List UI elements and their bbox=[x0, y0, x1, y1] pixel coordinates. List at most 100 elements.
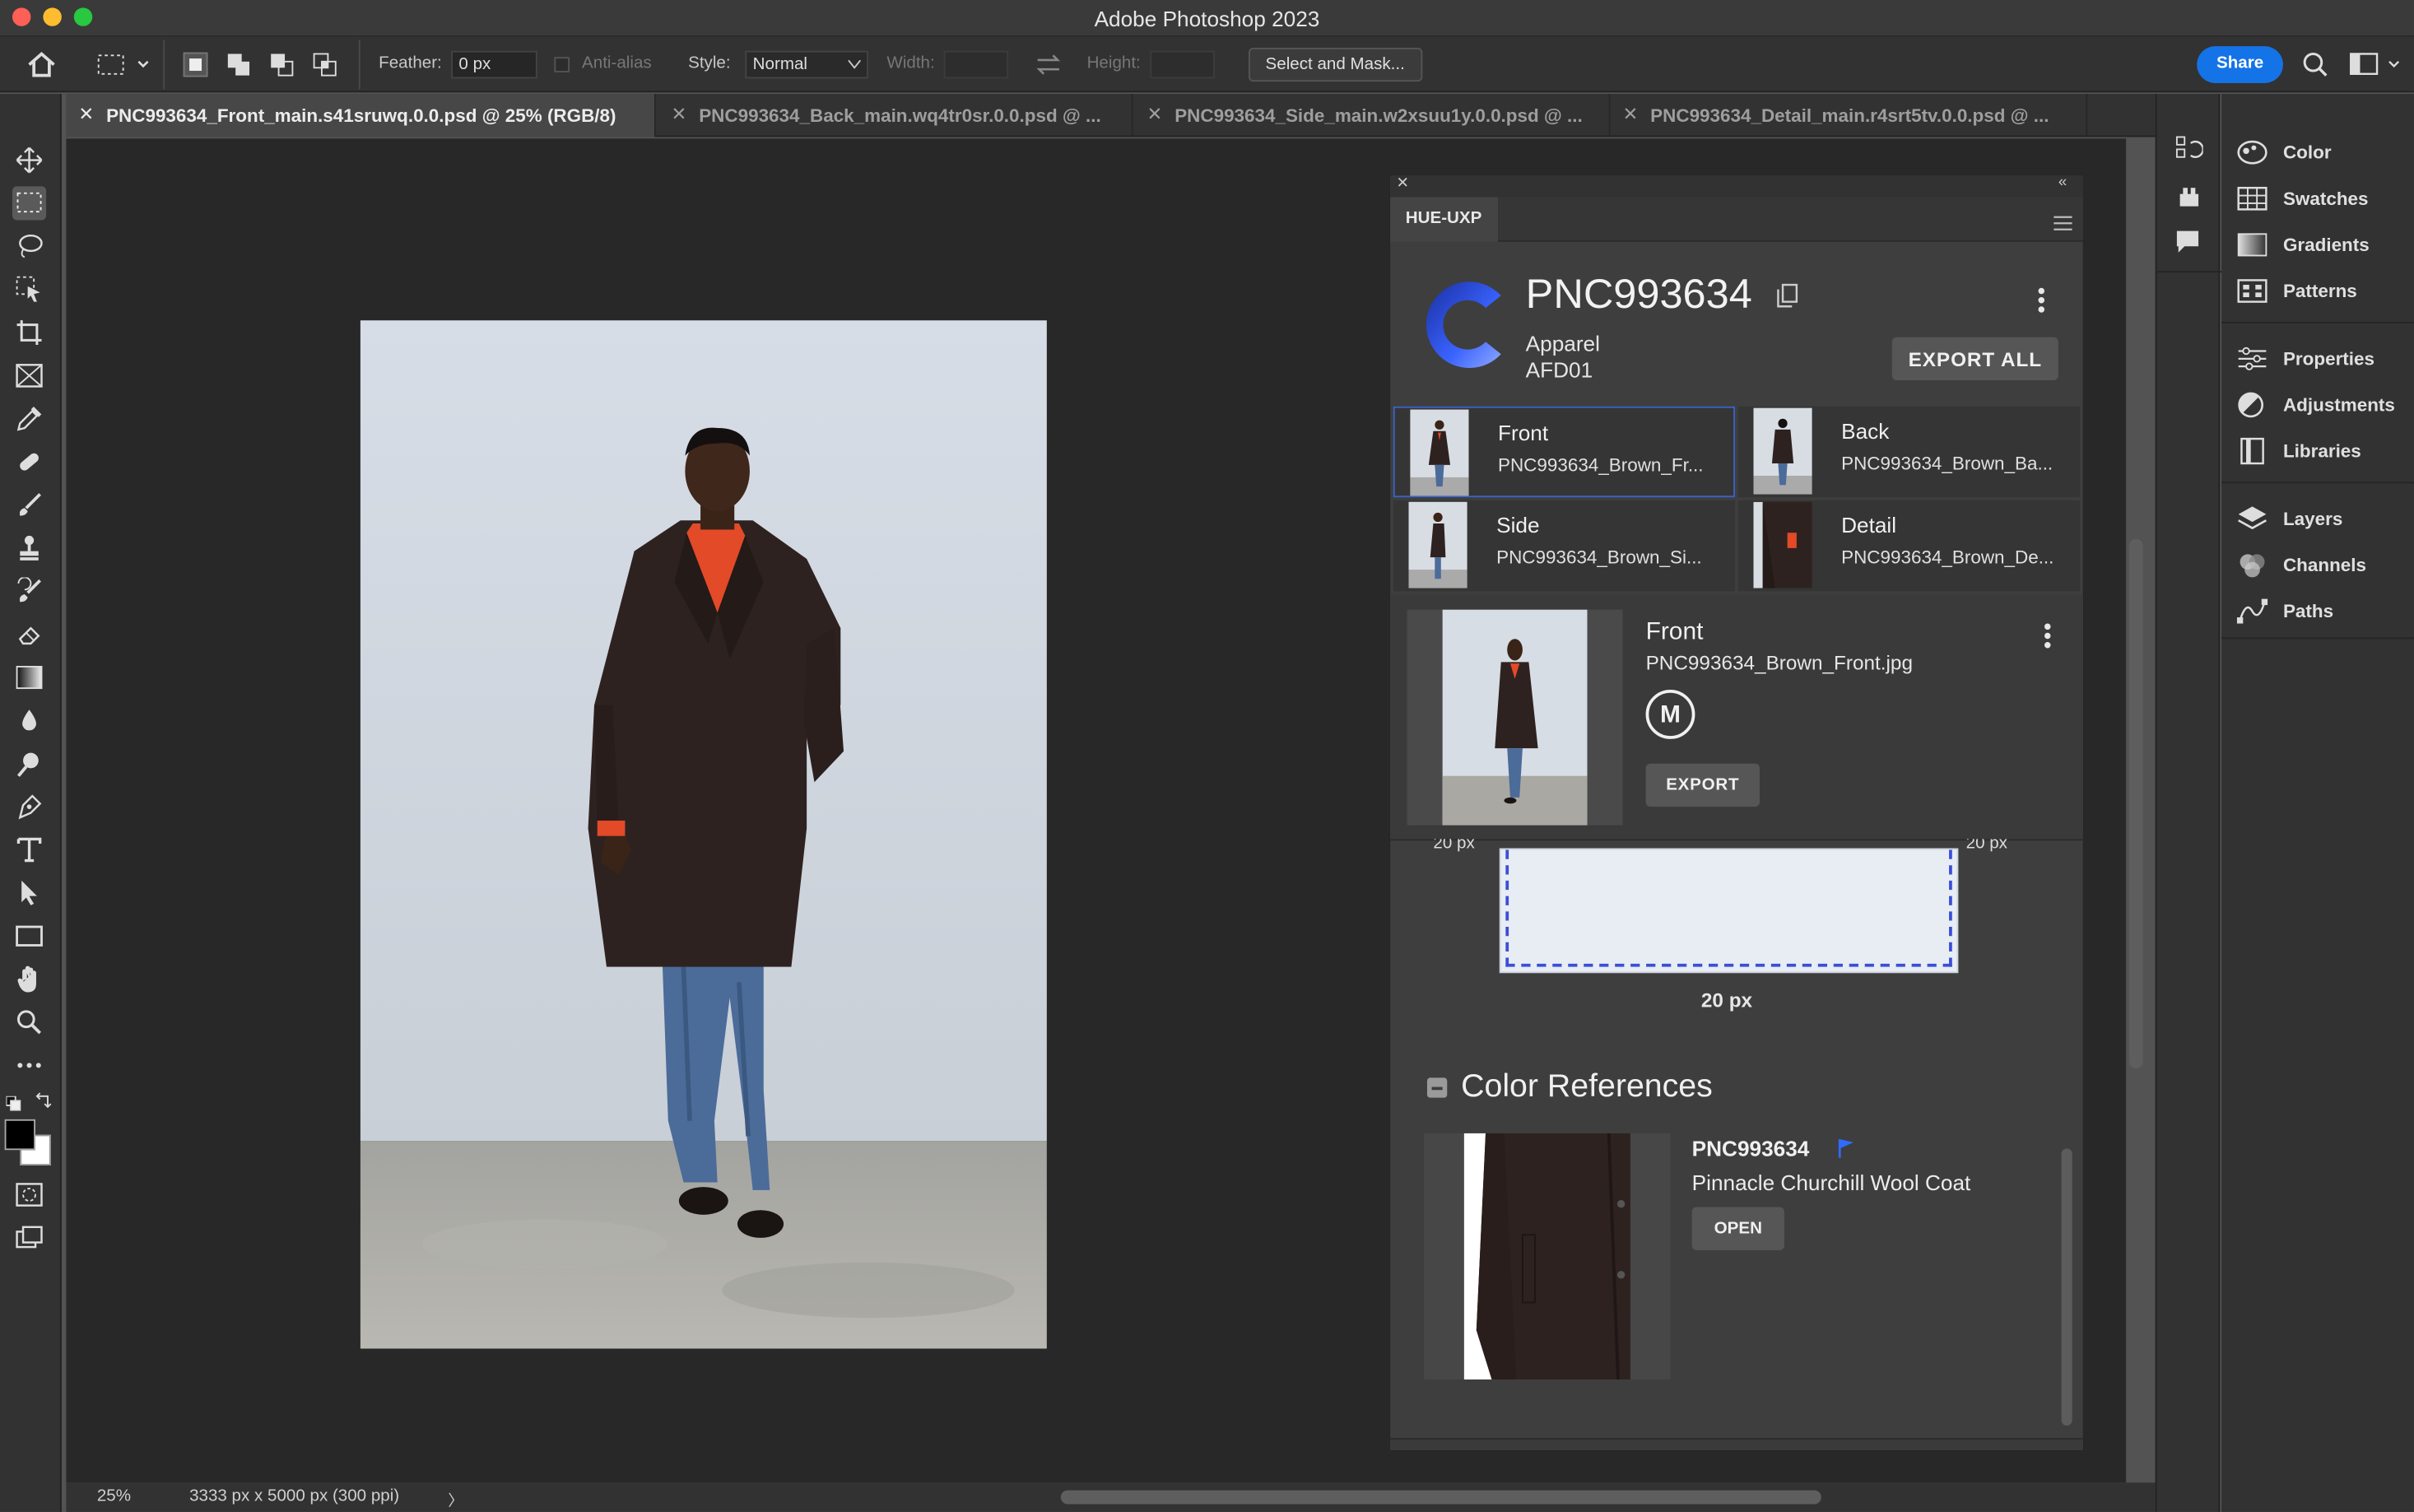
object-select-tool-icon[interactable] bbox=[12, 272, 46, 306]
swap-colors-icon[interactable] bbox=[34, 1090, 52, 1118]
view-card-front[interactable]: Front PNC993634_Brown_Fr... bbox=[1393, 406, 1736, 498]
copy-icon[interactable] bbox=[1777, 283, 1798, 315]
view-thumbnail bbox=[1410, 409, 1469, 496]
panel-collapse-icon[interactable]: « bbox=[2058, 174, 2067, 191]
style-select[interactable]: Normal bbox=[745, 50, 868, 79]
status-menu-arrow-icon[interactable]: 〉 bbox=[448, 1487, 463, 1510]
panel-close-icon[interactable]: ✕ bbox=[1397, 175, 1410, 193]
document-tab-detail[interactable]: ✕ PNC993634_Detail_main.r4srt5tv.0.0.psd … bbox=[1611, 94, 2088, 137]
subtract-selection-icon[interactable] bbox=[269, 53, 294, 77]
select-and-mask-button[interactable]: Select and Mask... bbox=[1248, 47, 1422, 82]
anti-alias-checkbox[interactable] bbox=[554, 57, 570, 72]
selected-more-icon[interactable] bbox=[2043, 622, 2052, 658]
healing-brush-tool-icon[interactable] bbox=[12, 445, 46, 479]
add-selection-icon[interactable] bbox=[226, 53, 251, 77]
clone-stamp-tool-icon[interactable] bbox=[12, 531, 46, 565]
product-more-icon[interactable] bbox=[2037, 286, 2046, 322]
default-colors-icon[interactable] bbox=[5, 1091, 21, 1119]
history-brush-tool-icon[interactable] bbox=[12, 575, 46, 608]
gradient-tool-icon[interactable] bbox=[12, 660, 46, 694]
swap-dimensions-icon[interactable] bbox=[1035, 53, 1063, 85]
product-code: AFD01 bbox=[1525, 356, 1593, 382]
anti-alias-label: Anti-alias bbox=[582, 54, 652, 72]
color-ref-thumbnail[interactable] bbox=[1424, 1133, 1671, 1379]
home-icon[interactable] bbox=[25, 49, 58, 88]
dock-label: Layers bbox=[2282, 508, 2343, 530]
export-button[interactable]: EXPORT bbox=[1645, 763, 1760, 807]
layers-panel-item[interactable]: Layers bbox=[2237, 502, 2343, 536]
crop-tool-icon[interactable] bbox=[12, 315, 46, 349]
pen-tool-icon[interactable] bbox=[12, 790, 46, 824]
selected-thumbnail-frame bbox=[1407, 609, 1623, 826]
panel-menu-icon[interactable] bbox=[2054, 211, 2072, 239]
share-button[interactable]: Share bbox=[2197, 46, 2283, 84]
panel-resize-handle[interactable] bbox=[1390, 1438, 2083, 1451]
view-file: PNC993634_Brown_Fr... bbox=[1497, 454, 1704, 476]
tab-hue-uxp[interactable]: HUE-UXP bbox=[1390, 197, 1498, 242]
history-icon[interactable] bbox=[2175, 134, 2204, 173]
gradient-icon bbox=[2237, 233, 2267, 257]
view-card-side[interactable]: Side PNC993634_Brown_Si... bbox=[1393, 500, 1736, 592]
gradients-panel-item[interactable]: Gradients bbox=[2237, 228, 2370, 262]
zoom-tool-icon[interactable] bbox=[12, 1005, 46, 1039]
brush-tool-icon[interactable] bbox=[12, 488, 46, 522]
adjustments-panel-item[interactable]: Adjustments bbox=[2237, 388, 2395, 421]
brand-logo bbox=[1415, 274, 1510, 384]
marquee-tool-icon[interactable] bbox=[12, 186, 47, 221]
channels-panel-item[interactable]: Channels bbox=[2237, 548, 2366, 582]
eyedropper-tool-icon[interactable] bbox=[12, 402, 46, 435]
vertical-scrollbar[interactable] bbox=[2128, 538, 2143, 1069]
dodge-tool-icon[interactable] bbox=[12, 747, 46, 780]
document-tab-front[interactable]: ✕ PNC993634_Front_main.s41sruwq.0.0.psd @… bbox=[66, 94, 656, 137]
model-badge: M bbox=[1645, 689, 1695, 739]
blur-tool-icon[interactable] bbox=[12, 704, 46, 737]
search-icon[interactable] bbox=[2301, 51, 2329, 86]
feather-input[interactable]: 0 px bbox=[451, 50, 537, 79]
more-tools-icon[interactable] bbox=[12, 1049, 46, 1082]
rectangle-tool-icon[interactable] bbox=[12, 919, 46, 953]
document-tab-back[interactable]: ✕ PNC993634_Back_main.wq4tr0sr.0.0.psd @ … bbox=[659, 94, 1133, 137]
dock-label: Swatches bbox=[2282, 188, 2369, 210]
marquee-preset-icon[interactable] bbox=[95, 53, 154, 85]
quick-mask-icon[interactable] bbox=[12, 1178, 46, 1212]
close-tab-icon[interactable]: ✕ bbox=[78, 103, 94, 124]
selected-thumbnail[interactable] bbox=[1442, 609, 1588, 826]
document-tab-side[interactable]: ✕ PNC993634_Side_main.w2xsuu1y.0.0.psd @ … bbox=[1135, 94, 1611, 137]
view-card-back[interactable]: Back PNC993634_Brown_Ba... bbox=[1737, 406, 2081, 498]
frame-tool-icon[interactable] bbox=[12, 359, 46, 393]
comments-icon[interactable] bbox=[2175, 230, 2200, 262]
collapse-section-icon[interactable] bbox=[1426, 1077, 1448, 1098]
close-tab-icon[interactable]: ✕ bbox=[672, 103, 687, 124]
libraries-panel-item[interactable]: Libraries bbox=[2237, 434, 2361, 468]
view-name: Front bbox=[1497, 420, 1549, 445]
swatches-panel-item[interactable]: Swatches bbox=[2237, 182, 2369, 216]
properties-panel-item[interactable]: Properties bbox=[2237, 342, 2374, 375]
open-button[interactable]: OPEN bbox=[1691, 1207, 1784, 1250]
width-input[interactable] bbox=[943, 50, 1009, 79]
close-tab-icon[interactable]: ✕ bbox=[1623, 103, 1639, 124]
screen-mode-icon[interactable] bbox=[12, 1221, 46, 1254]
lasso-tool-icon[interactable] bbox=[12, 230, 46, 263]
panel-scrollbar[interactable] bbox=[2061, 1148, 2072, 1426]
hand-tool-icon[interactable] bbox=[12, 962, 46, 996]
document-image[interactable] bbox=[360, 320, 1047, 1349]
height-input[interactable] bbox=[1150, 50, 1215, 79]
workspace-icon[interactable] bbox=[2349, 53, 2402, 85]
foreground-color-swatch[interactable] bbox=[4, 1119, 36, 1151]
view-card-detail[interactable]: Detail PNC993634_Brown_De... bbox=[1737, 500, 2081, 592]
move-tool-icon[interactable] bbox=[12, 143, 46, 177]
zoom-level[interactable]: 25% bbox=[97, 1487, 131, 1505]
export-all-button[interactable]: EXPORT ALL bbox=[1891, 337, 2058, 381]
plugin-icon[interactable] bbox=[2179, 186, 2200, 216]
intersect-selection-icon[interactable] bbox=[313, 53, 337, 77]
new-selection-icon[interactable] bbox=[183, 52, 208, 77]
patterns-panel-item[interactable]: Patterns bbox=[2237, 274, 2357, 308]
horizontal-scrollbar[interactable] bbox=[1060, 1490, 1821, 1505]
type-tool-icon[interactable] bbox=[12, 833, 46, 867]
close-tab-icon[interactable]: ✕ bbox=[1147, 103, 1163, 124]
path-selection-tool-icon[interactable] bbox=[12, 876, 46, 910]
paths-panel-item[interactable]: Paths bbox=[2236, 594, 2333, 628]
color-panel-item[interactable]: Color bbox=[2237, 136, 2332, 170]
eraser-tool-icon[interactable] bbox=[12, 617, 46, 651]
status-bar: 25% 3333 px x 5000 px (300 ppi) 〉 bbox=[66, 1482, 2156, 1512]
